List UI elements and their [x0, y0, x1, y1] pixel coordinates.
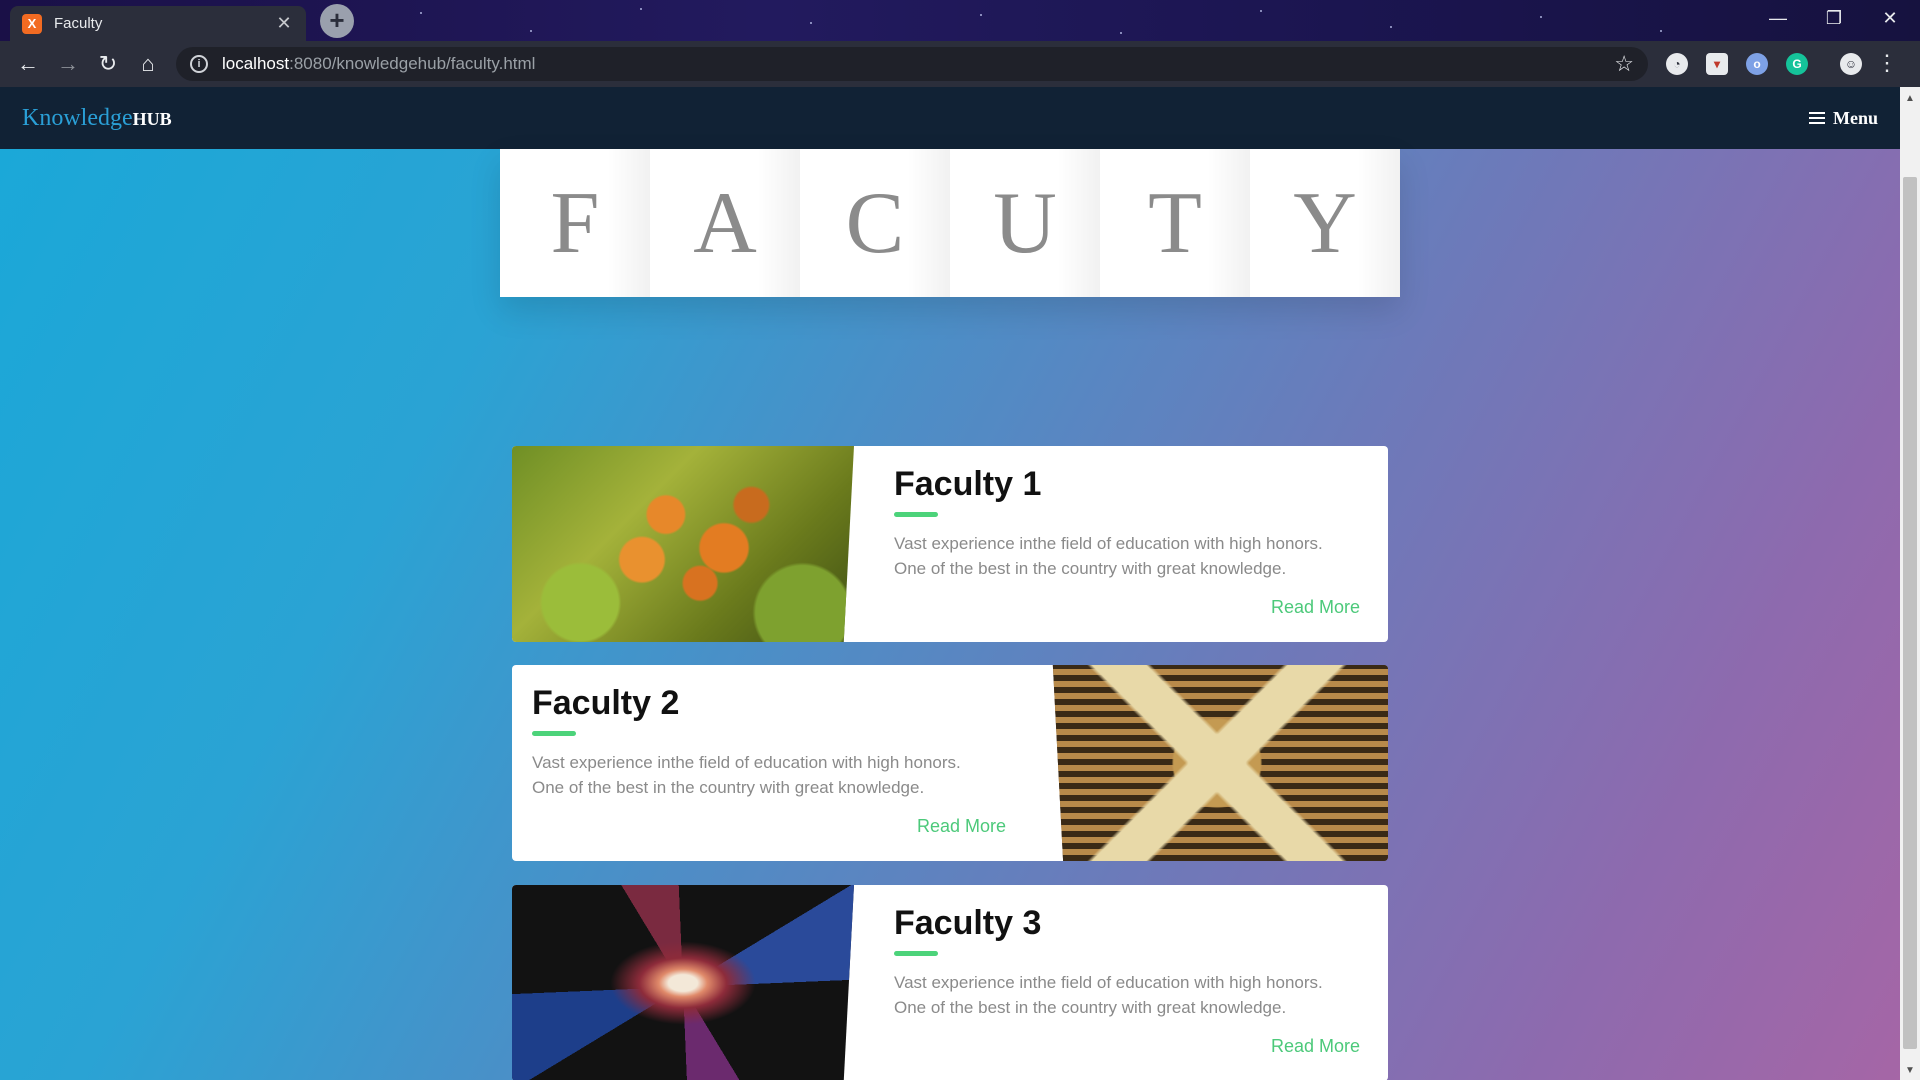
card-description-line: One of the best in the country with grea… [894, 998, 1287, 1017]
tab-close-icon[interactable]: ✕ [274, 13, 294, 34]
galaxy-triangles-image [512, 885, 854, 1080]
read-more-link[interactable]: Read More [917, 816, 1006, 837]
new-tab-plus-icon[interactable]: + [320, 4, 354, 38]
address-bar[interactable]: i localhost:8080/knowledgehub/faculty.ht… [176, 47, 1648, 81]
read-more-link[interactable]: Read More [1271, 597, 1360, 618]
menu-label: Menu [1833, 107, 1878, 128]
restore-icon[interactable]: ❐ [1806, 0, 1862, 36]
faculty-card-3: Faculty 3 Vast experience inthe field of… [512, 885, 1388, 1080]
card-description-line: One of the best in the country with grea… [894, 559, 1287, 578]
faculty-title-banner: F A C U T Y [500, 149, 1400, 297]
card-description-line: Vast experience inthe field of education… [894, 534, 1323, 553]
browser-tab-strip: X Faculty ✕ + — ❐ ✕ [0, 0, 1920, 41]
xampp-favicon-icon: X [22, 13, 42, 34]
home-icon[interactable]: ⌂ [128, 44, 168, 84]
card-description-line: Vast experience inthe field of education… [532, 753, 961, 772]
title-letter: C [800, 149, 950, 297]
scroll-up-arrow-icon[interactable]: ▲ [1900, 93, 1920, 104]
profile-avatar[interactable]: ☺ [1840, 53, 1862, 75]
card-title: Faculty 1 [894, 465, 1042, 503]
minimize-icon[interactable]: — [1750, 0, 1806, 36]
bookmark-star-icon[interactable]: ☆ [1614, 51, 1634, 77]
tab-title: Faculty [54, 15, 103, 32]
close-window-icon[interactable]: ✕ [1862, 0, 1918, 36]
title-letter: U [950, 149, 1100, 297]
url-path: :8080/knowledgehub/faculty.html [289, 54, 536, 73]
card-description-line: One of the best in the country with grea… [532, 778, 925, 797]
brand-hub: HUB [132, 108, 172, 129]
extension-grammarly-icon[interactable]: G [1786, 53, 1808, 75]
site-brand-logo[interactable]: KnowledgeHUB [22, 105, 172, 132]
url-host: localhost [222, 54, 290, 73]
browser-menu-icon[interactable]: ⋮ [1876, 50, 1898, 76]
card-title: Faculty 2 [532, 684, 680, 722]
scrollbar-thumb[interactable] [1903, 177, 1917, 1049]
forward-arrow-icon[interactable]: → [48, 44, 88, 84]
title-underline [894, 512, 938, 517]
faculty-card-2: Faculty 2 Vast experience inthe field of… [512, 665, 1388, 861]
page-viewport: KnowledgeHUB Menu F A C U T Y Faculty 1 … [0, 87, 1900, 1080]
site-info-icon[interactable]: i [190, 55, 208, 73]
brand-knowledge: Knowledge [22, 104, 133, 131]
building-courtyard-image [1052, 665, 1388, 861]
title-letter: Y [1250, 149, 1400, 297]
browser-toolbar: ← → ↻ ⌂ i localhost:8080/knowledgehub/fa… [0, 41, 1920, 87]
title-underline [532, 731, 576, 736]
page-scrollbar[interactable]: ▲ ▼ [1900, 87, 1920, 1080]
scroll-down-arrow-icon[interactable]: ▼ [1900, 1065, 1920, 1076]
back-arrow-icon[interactable]: ← [8, 44, 48, 84]
extension-o-icon[interactable]: o [1746, 53, 1768, 75]
faculty-card-1: Faculty 1 Vast experience inthe field of… [512, 446, 1388, 642]
site-navbar: KnowledgeHUB Menu [0, 87, 1900, 149]
menu-button[interactable]: Menu [1809, 108, 1878, 129]
title-underline [894, 951, 938, 956]
title-letter: T [1100, 149, 1250, 297]
lily-flower-image [512, 446, 854, 642]
extension-pocket-icon[interactable]: ▾ [1706, 53, 1728, 75]
read-more-link[interactable]: Read More [1271, 1036, 1360, 1057]
extension-gauge-icon[interactable]: ◔ [1666, 53, 1688, 75]
reload-icon[interactable]: ↻ [88, 44, 128, 84]
hamburger-icon [1809, 112, 1825, 124]
browser-tab[interactable]: X Faculty ✕ [10, 6, 306, 41]
title-letter: F [500, 149, 650, 297]
title-letter: A [650, 149, 800, 297]
card-description-line: Vast experience inthe field of education… [894, 973, 1323, 992]
card-title: Faculty 3 [894, 904, 1042, 942]
